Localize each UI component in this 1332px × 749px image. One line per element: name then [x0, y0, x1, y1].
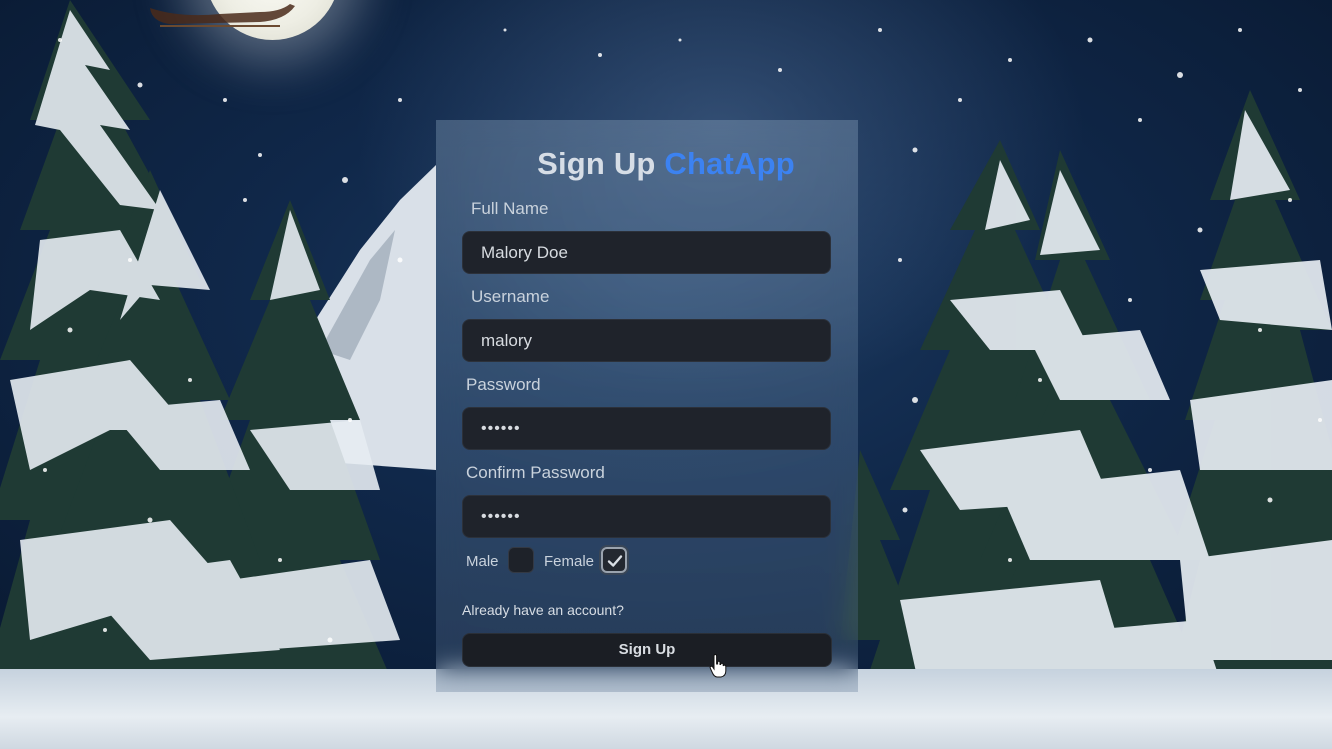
login-link[interactable]: Already have an account?	[462, 602, 624, 618]
username-input[interactable]	[462, 319, 831, 362]
signup-button[interactable]: Sign Up	[462, 633, 832, 667]
confirm-password-label: Confirm Password	[466, 463, 605, 482]
gender-male-checkbox[interactable]	[508, 547, 534, 573]
confirm-password-input[interactable]	[462, 495, 831, 538]
brand-name: ChatApp	[664, 146, 795, 181]
hand-pointer-icon	[709, 654, 727, 678]
gender-female-label: Female	[544, 553, 595, 570]
title-text: Sign Up	[537, 146, 656, 181]
password-label: Password	[466, 375, 541, 394]
check-icon	[607, 555, 623, 567]
username-label: Username	[471, 287, 550, 306]
fullname-label: Full Name	[471, 199, 549, 218]
fullname-input[interactable]	[462, 231, 831, 274]
gender-female-checkbox[interactable]	[601, 547, 627, 573]
gender-male-label: Male	[466, 553, 499, 570]
password-input[interactable]	[462, 407, 831, 450]
page-title: Sign Up ChatApp	[0, 146, 1332, 182]
